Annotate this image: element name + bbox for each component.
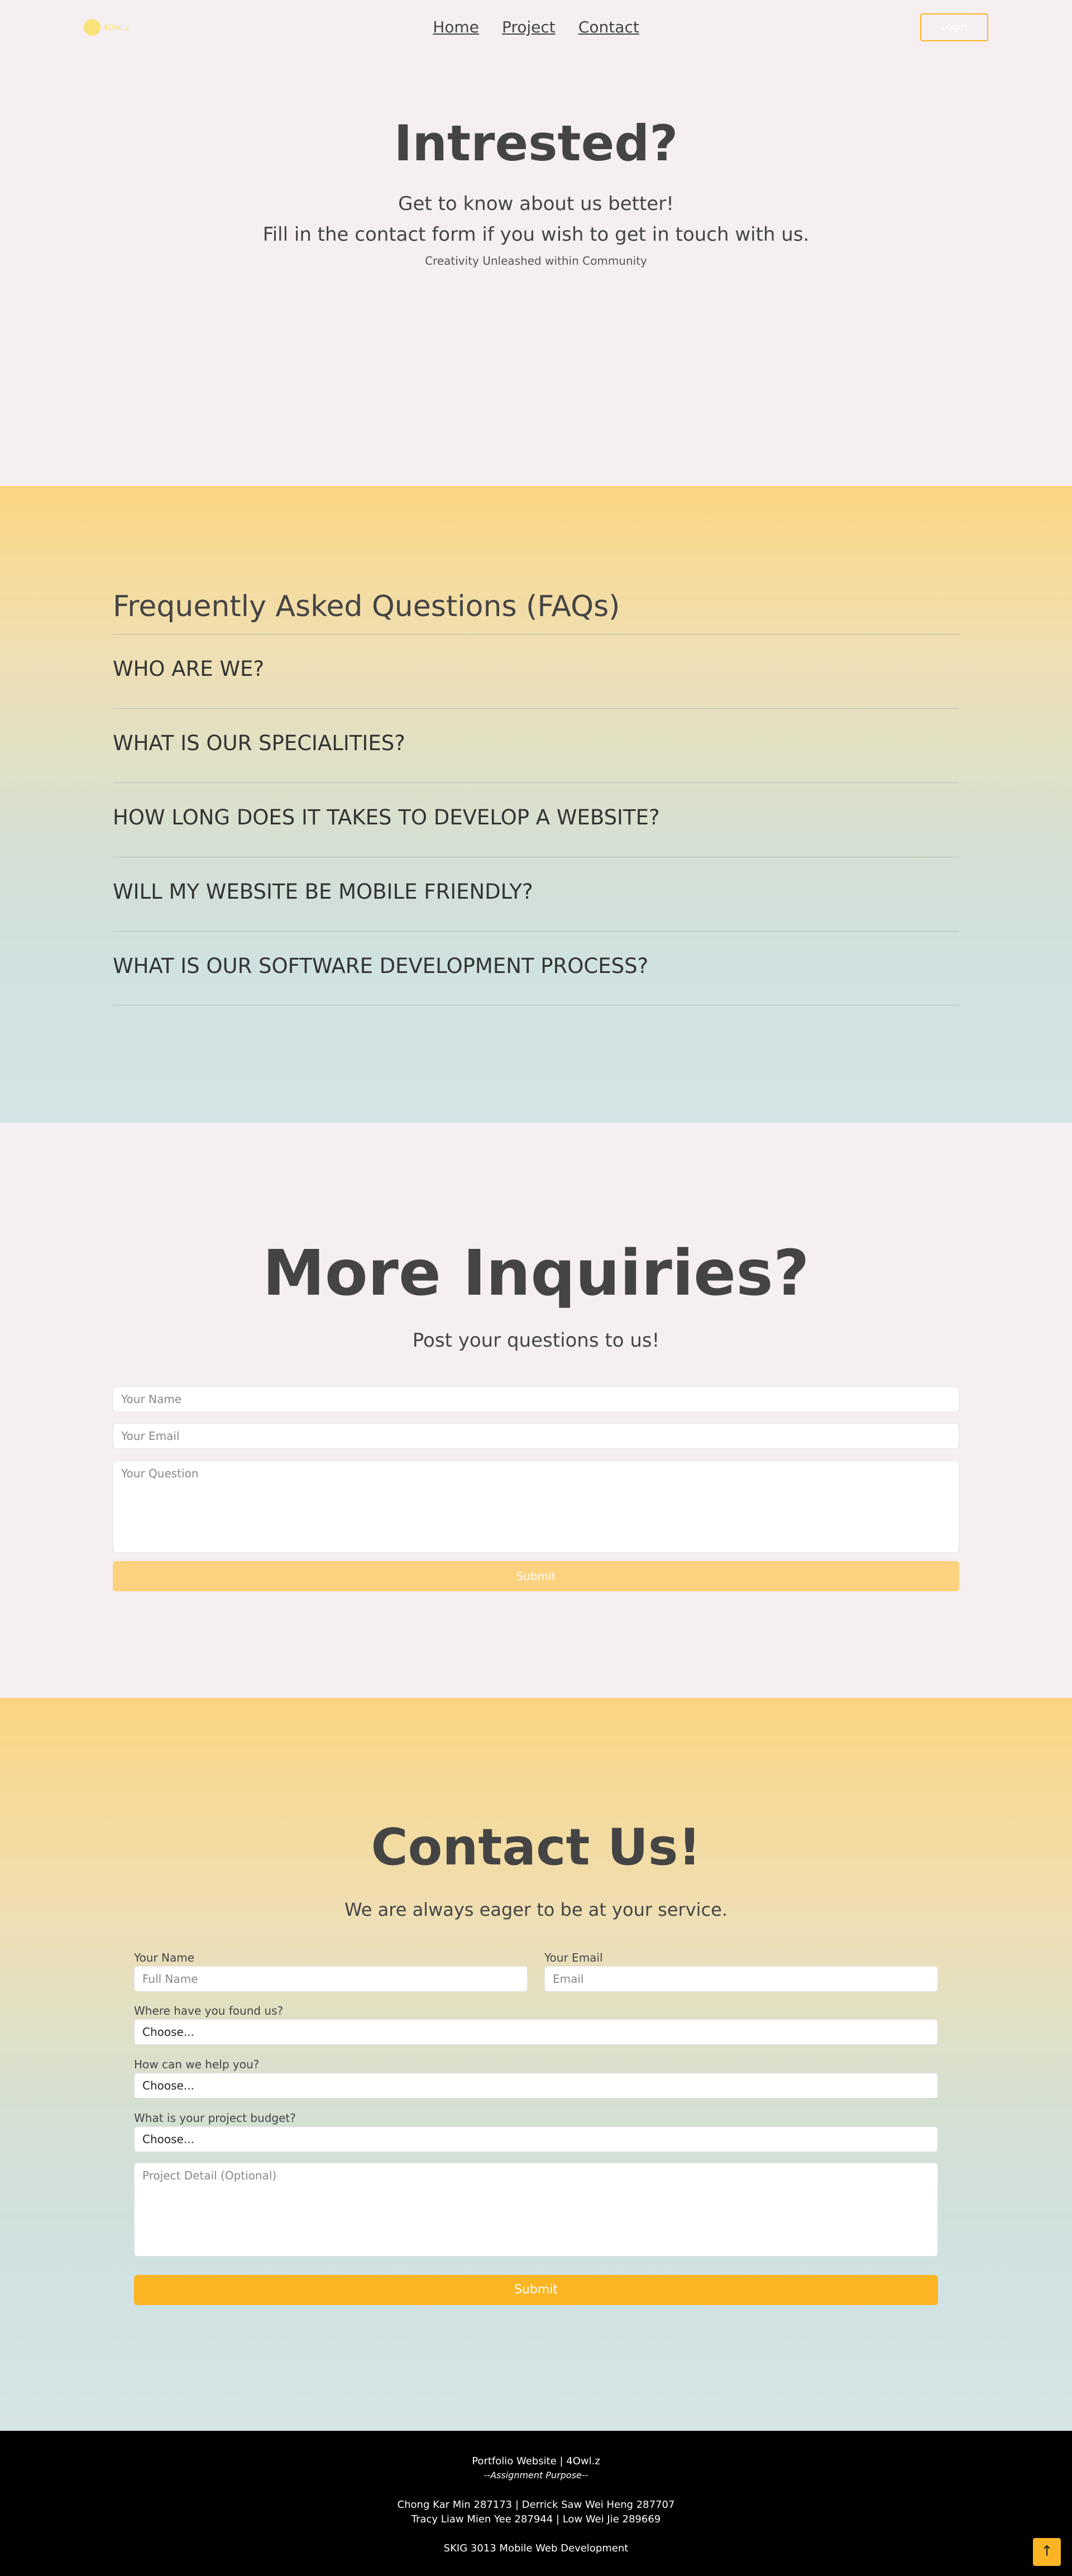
footer-line-1: Portfolio Website | 4Owl.z: [472, 2455, 600, 2467]
name-label: Your Name: [134, 1951, 195, 1964]
contact-submit-button[interactable]: Submit: [134, 2275, 938, 2305]
footer-line-2: --Assignment Purpose--: [484, 2470, 588, 2480]
faq-item[interactable]: WILL MY WEBSITE BE MOBILE FRIENDLY?: [113, 857, 959, 931]
inquiry-question-textarea[interactable]: Your Question: [113, 1461, 959, 1553]
faq-item[interactable]: WHAT IS OUR SOFTWARE DEVELOPMENT PROCESS…: [113, 931, 959, 1005]
email-label: Your Email: [544, 1951, 603, 1964]
inquiry-name-input[interactable]: Your Name: [113, 1386, 959, 1412]
contact-title: Contact Us!: [371, 1818, 701, 1877]
footer-line-5: SKIG 3013 Mobile Web Development: [443, 2542, 629, 2554]
email-input[interactable]: Email: [544, 1966, 938, 1992]
contact-section: Contact Us! We are always eager to be at…: [0, 1698, 1072, 2431]
hero-tagline: Creativity Unleashed within Community: [425, 254, 647, 268]
footer-line-4: Tracy Liaw Mien Yee 287944 | Low Wei Jie…: [411, 2513, 661, 2525]
hero-line-2: Fill in the contact form if you wish to …: [262, 223, 810, 246]
inquiry-submit-button[interactable]: Submit: [113, 1561, 959, 1591]
faq-item[interactable]: WHAT IS OUR SPECIALITIES?: [113, 708, 959, 783]
hero-section: Intrested? Get to know about us better! …: [0, 0, 1072, 486]
faq-section: Frequently Asked Questions (FAQs) WHO AR…: [0, 486, 1072, 1123]
back-to-top-icon[interactable]: ↑: [1033, 2538, 1061, 2566]
faq-list: WHO ARE WE? WHAT IS OUR SPECIALITIES? HO…: [113, 634, 959, 1005]
help-label: How can we help you?: [134, 2058, 260, 2071]
project-detail-textarea[interactable]: Project Detail (Optional): [134, 2163, 938, 2257]
budget-select[interactable]: Choose...: [134, 2126, 938, 2152]
faq-question: WILL MY WEBSITE BE MOBILE FRIENDLY?: [113, 880, 533, 904]
help-select[interactable]: Choose...: [134, 2073, 938, 2098]
faq-item[interactable]: HOW LONG DOES IT TAKES TO DEVELOP A WEBS…: [113, 783, 959, 857]
footer-line-3: Chong Kar Min 287173 | Derrick Saw Wei H…: [397, 2499, 675, 2511]
budget-label: What is your project budget?: [134, 2111, 296, 2125]
full-name-input[interactable]: Full Name: [134, 1966, 528, 1992]
contact-subtitle: We are always eager to be at your servic…: [344, 1899, 728, 1920]
faq-title: Frequently Asked Questions (FAQs): [113, 590, 620, 623]
faq-question: WHAT IS OUR SOFTWARE DEVELOPMENT PROCESS…: [113, 954, 649, 978]
hero-title: Intrested?: [394, 115, 678, 172]
inquiry-email-input[interactable]: Your Email: [113, 1423, 959, 1449]
faq-question: WHO ARE WE?: [113, 657, 265, 681]
footer: Portfolio Website | 4Owl.z --Assignment …: [0, 2431, 1072, 2576]
hero-line-1: Get to know about us better!: [398, 193, 674, 215]
faq-question: WHAT IS OUR SPECIALITIES?: [113, 731, 405, 755]
found-us-label: Where have you found us?: [134, 2004, 284, 2017]
faq-item[interactable]: WHO ARE WE?: [113, 634, 959, 708]
inquiries-section: More Inquiries? Post your questions to u…: [0, 1123, 1072, 1698]
faq-question: HOW LONG DOES IT TAKES TO DEVELOP A WEBS…: [113, 805, 660, 829]
inquiries-subtitle: Post your questions to us!: [412, 1329, 660, 1352]
found-us-select[interactable]: Choose...: [134, 2019, 938, 2045]
inquiries-title: More Inquiries?: [262, 1237, 810, 1310]
